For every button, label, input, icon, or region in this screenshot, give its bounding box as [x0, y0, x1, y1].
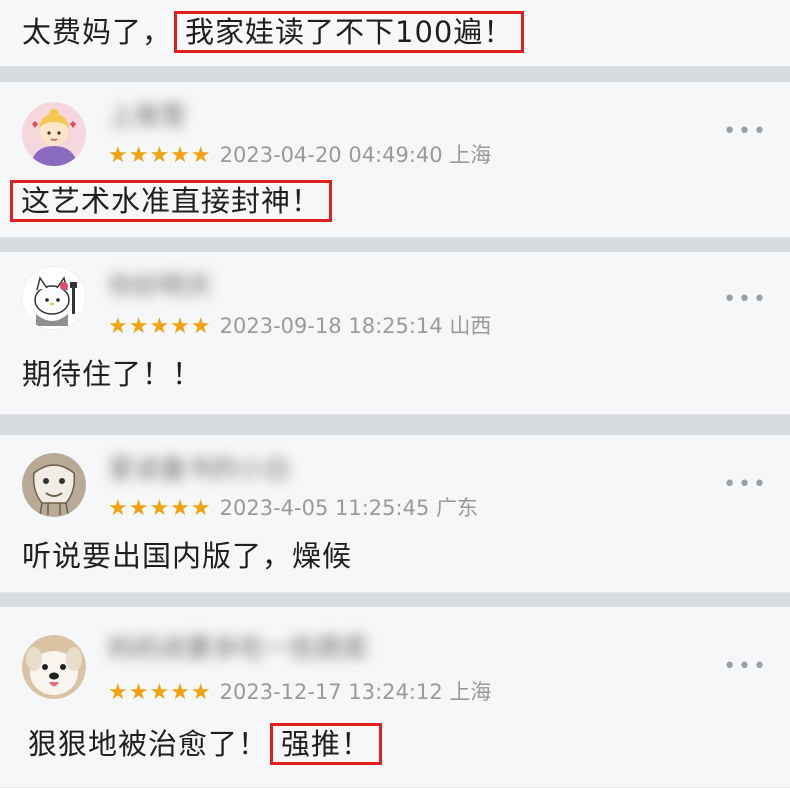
review-card: 上南雪 ★★★★★ 2023-04-20 04:49:40 上海 ••• 这艺术水… — [0, 82, 790, 238]
username[interactable]: 妈妈说要多吃一些蔬菜 — [108, 634, 368, 664]
review-location: 山西 — [449, 314, 492, 338]
username[interactable]: 爱读童书的小白 — [108, 455, 290, 485]
review-date: 2023-04-20 04:49:40 — [219, 143, 443, 167]
review-meta: ★★★★★ 2023-09-18 18:25:14 山西 — [108, 313, 491, 340]
review-meta: ★★★★★ 2023-4-05 11:25:45 广东 — [108, 495, 478, 522]
avatar[interactable] — [22, 635, 86, 699]
review-date: 2023-4-05 — [219, 496, 329, 520]
review-date: 2023-09-18 — [219, 314, 342, 338]
username[interactable]: 你好明天 — [108, 272, 212, 302]
more-dots-icon[interactable]: ••• — [723, 121, 768, 143]
star-rating: ★★★★★ — [108, 496, 212, 521]
review-location: 上海 — [449, 143, 492, 167]
more-dots-icon[interactable]: ••• — [723, 289, 768, 311]
review-meta: ★★★★★ 2023-04-20 04:49:40 上海 — [108, 142, 491, 169]
username[interactable]: 上南雪 — [108, 102, 186, 132]
star-rating: ★★★★★ — [108, 143, 212, 168]
review-text: 听说要出国内版了，燥候 — [22, 539, 353, 573]
review-card: 你好明天 ★★★★★ 2023-09-18 18:25:14 山西 ••• 期待住… — [0, 252, 790, 415]
review-time: 13:24:12 — [348, 680, 443, 704]
review-location: 上海 — [449, 680, 492, 704]
top-review-card: 太费妈了， 我家娃读了不下100遍！ — [0, 0, 790, 67]
review-card: 爱读童书的小白 ★★★★★ 2023-4-05 11:25:45 广东 ••• 听… — [0, 435, 790, 593]
highlighted-text: 我家娃读了不下100遍！ — [174, 11, 525, 53]
review-text-prefix: 狠狠地被治愈了！ — [28, 727, 269, 761]
more-dots-icon[interactable]: ••• — [723, 656, 768, 678]
review-text: 太费妈了， 我家娃读了不下100遍！ — [22, 11, 525, 53]
highlighted-text: 这艺术水准直接封神！ — [10, 180, 333, 222]
star-rating: ★★★★★ — [108, 680, 212, 705]
review-text: 狠狠地被治愈了！ 强推！ — [28, 723, 383, 765]
review-location: 广东 — [436, 496, 479, 520]
review-time: 18:25:14 — [348, 314, 443, 338]
more-dots-icon[interactable]: ••• — [723, 474, 768, 496]
review-meta: ★★★★★ 2023-12-17 13:24:12 上海 — [108, 679, 491, 706]
review-time: 11:25:45 — [335, 496, 430, 520]
review-date: 2023-12-17 — [219, 680, 342, 704]
review-text-prefix: 太费妈了， — [22, 15, 173, 49]
review-text: 期待住了！！ — [22, 357, 203, 391]
avatar[interactable] — [22, 453, 86, 517]
avatar[interactable] — [22, 102, 86, 166]
review-text: 这艺术水准直接封神！ — [8, 180, 333, 222]
highlighted-text: 强推！ — [270, 723, 383, 765]
review-card: 妈妈说要多吃一些蔬菜 ★★★★★ 2023-12-17 13:24:12 上海 •… — [0, 607, 790, 788]
avatar[interactable] — [22, 266, 86, 330]
star-rating: ★★★★★ — [108, 314, 212, 339]
